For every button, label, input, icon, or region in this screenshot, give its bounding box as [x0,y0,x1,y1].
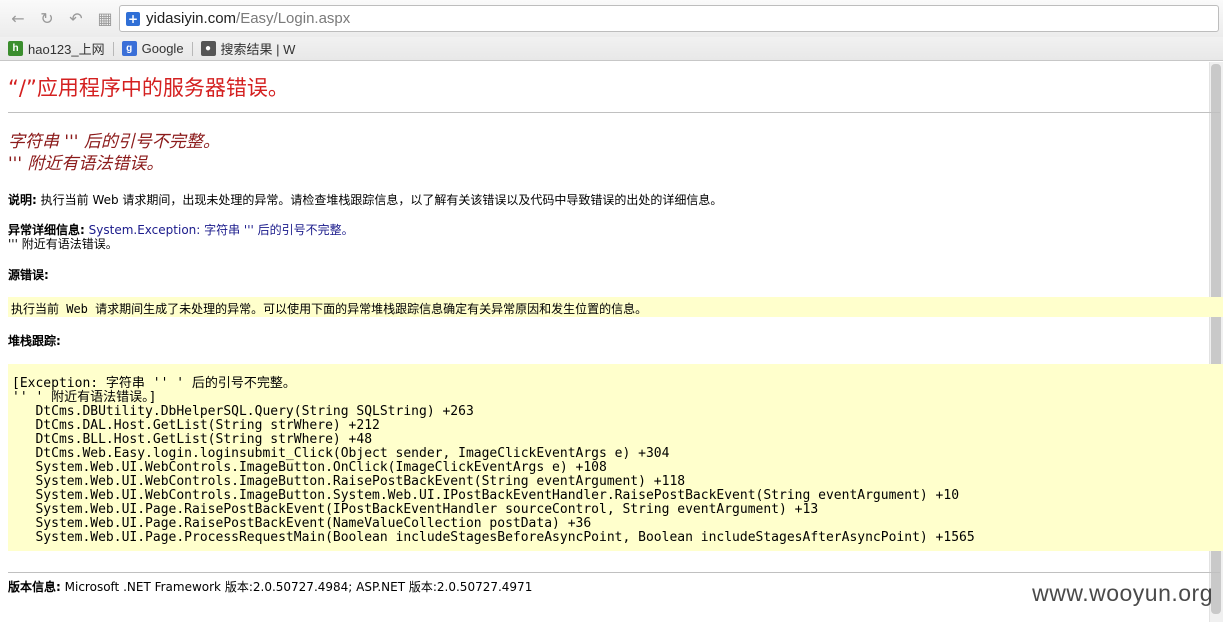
version-label: 版本信息: [8,580,61,594]
error-heading-line: ''' 附近有语法错误。 [8,154,164,174]
source-error-label: 源错误: [8,268,49,282]
stack-trace-box: [Exception: 字符串 '' ' 后的引号不完整。 '' ' 附近有语法… [8,364,1223,551]
stack-line: System.Web.UI.WebControls.ImageButton.Ra… [12,474,686,489]
page-title: “/”应用程序中的服务器错误。 [8,76,289,100]
stack-line: DtCms.BLL.Host.GetList(String strWhere) … [12,432,373,447]
description-label: 说明: [8,193,37,207]
stack-trace-section: 堆栈跟踪: [8,334,61,348]
bookmarks-bar: h hao123_上网 g Google ● 搜索结果 | W [0,37,1223,61]
stack-line: System.Web.UI.WebControls.ImageButton.On… [12,460,607,475]
stack-line: System.Web.UI.Page.RaisePostBackEvent(IP… [12,502,819,517]
undo-icon[interactable]: ↶ [65,8,87,30]
stack-line: System.Web.UI.Page.RaisePostBackEvent(Na… [12,516,592,531]
bookmark-label: hao123_上网 [28,42,105,57]
error-heading: 字符串 ''' 后的引号不完整。 ''' 附近有语法错误。 [8,131,220,175]
stack-line: [Exception: 字符串 '' ' 后的引号不完整。 [12,376,296,391]
site-favicon-icon: + [126,11,140,26]
stack-line: DtCms.Web.Easy.login.loginsubmit_Click(O… [12,446,670,461]
url-path: /Easy/Login.aspx [236,10,351,27]
source-error-text: 执行当前 Web 请求期间生成了未处理的异常。可以使用下面的异常堆栈跟踪信息确定… [11,302,648,316]
description-section: 说明: 执行当前 Web 请求期间，出现未处理的异常。请检查堆栈跟踪信息，以了解… [8,193,722,207]
hao123-icon: h [8,41,23,56]
back-icon[interactable]: ← [7,8,29,30]
url-host: yidasiyin.com [146,10,237,27]
stack-line: DtCms.DBUtility.DbHelperSQL.Query(String… [12,404,474,419]
error-heading-line: 字符串 ''' 后的引号不完整。 [8,132,220,152]
google-icon: g [121,41,137,56]
exception-text: System.Exception: 字符串 ''' 后的引号不完整。 [88,223,354,237]
divider [8,572,1220,573]
exception-section: 异常详细信息: System.Exception: 字符串 ''' 后的引号不完… [8,223,354,251]
description-text: 执行当前 Web 请求期间，出现未处理的异常。请检查堆栈跟踪信息，以了解有关该错… [40,193,723,207]
source-error-section: 源错误: [8,268,49,282]
bookmark-divider [112,41,114,56]
browser-toolbar: ← ↻ ↶ ▦ + yidasiyin.com /Easy/Login.aspx [0,0,1223,37]
bookmark-divider [191,41,193,56]
stack-line: System.Web.UI.WebControls.ImageButton.Sy… [12,488,960,503]
divider [8,112,1220,113]
stack-line: DtCms.DAL.Host.GetList(String strWhere) … [12,418,380,433]
bookmark-search-results[interactable]: ● 搜索结果 | W [200,39,296,58]
apps-grid-icon[interactable]: ▦ [94,8,116,30]
stack-line: '' ' 附近有语法错误。] [12,390,157,405]
stack-line: System.Web.UI.Page.ProcessRequestMain(Bo… [12,530,975,545]
exception-label: 异常详细信息: [8,223,85,237]
exception-text-line2: ''' 附近有语法错误。 [8,237,118,251]
stack-trace-label: 堆栈跟踪: [8,334,61,348]
source-error-box: 执行当前 Web 请求期间生成了未处理的异常。可以使用下面的异常堆栈跟踪信息确定… [8,297,1223,317]
bookmark-hao123[interactable]: h hao123_上网 [8,39,105,58]
version-text: Microsoft .NET Framework 版本:2.0.50727.49… [64,580,533,594]
refresh-icon[interactable]: ↻ [36,8,58,30]
search-result-icon: ● [200,41,216,56]
bookmark-google[interactable]: g Google [121,41,184,56]
bookmark-label: Google [141,41,184,56]
address-bar[interactable]: + yidasiyin.com /Easy/Login.aspx [119,5,1219,32]
bookmark-label: 搜索结果 | W [220,42,296,57]
watermark: www.wooyun.org [1032,580,1213,606]
version-section: 版本信息: Microsoft .NET Framework 版本:2.0.50… [8,580,532,594]
